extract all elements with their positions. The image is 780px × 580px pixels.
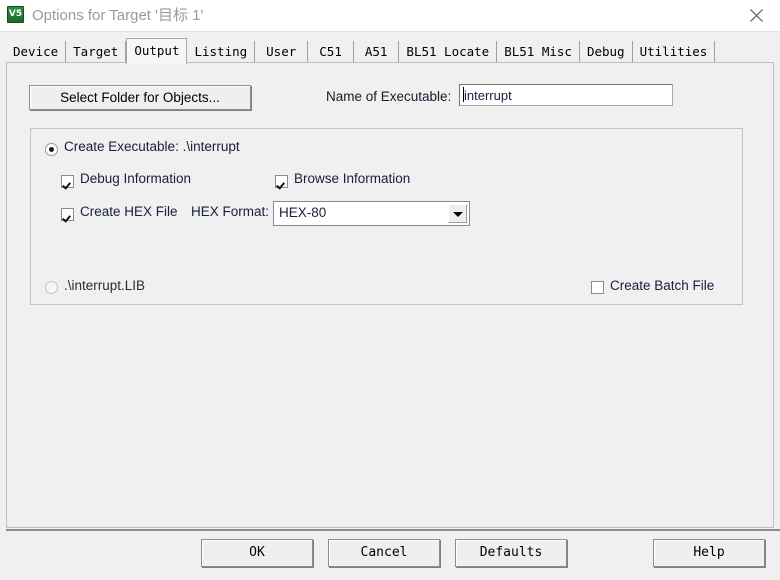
- tab-a51[interactable]: A51: [354, 41, 400, 63]
- text-caret: [463, 87, 464, 102]
- chevron-down-icon[interactable]: [448, 204, 467, 223]
- create-executable-label[interactable]: Create Executable: .\interrupt: [64, 139, 240, 154]
- tab-target[interactable]: Target: [66, 41, 126, 63]
- tab-bl51-locate[interactable]: BL51 Locate: [399, 41, 497, 63]
- create-executable-radio[interactable]: [45, 143, 58, 156]
- tab-output[interactable]: Output: [126, 38, 187, 64]
- debug-information-label[interactable]: Debug Information: [80, 171, 191, 186]
- close-button[interactable]: [734, 0, 780, 30]
- create-library-radio[interactable]: [45, 281, 58, 294]
- defaults-button[interactable]: Defaults: [455, 539, 567, 567]
- cancel-button[interactable]: Cancel: [328, 539, 440, 567]
- window-title: Options for Target '目标 1': [32, 4, 203, 25]
- tab-device[interactable]: Device: [6, 41, 66, 63]
- create-hex-file-label[interactable]: Create HEX File: [80, 204, 178, 219]
- hex-format-label: HEX Format:: [191, 204, 269, 219]
- tab-user[interactable]: User: [255, 41, 308, 63]
- tab-strip: Device Target Output Listing User C51 A5…: [6, 38, 774, 63]
- tab-c51[interactable]: C51: [308, 41, 354, 63]
- tab-utilities[interactable]: Utilities: [633, 41, 716, 63]
- browse-information-label[interactable]: Browse Information: [294, 171, 410, 186]
- create-batch-file-checkbox[interactable]: [591, 281, 604, 294]
- browse-information-checkbox[interactable]: [275, 175, 288, 188]
- debug-information-checkbox[interactable]: [61, 175, 74, 188]
- tab-debug[interactable]: Debug: [580, 41, 633, 63]
- keil-uvision-icon: V5: [7, 6, 24, 23]
- create-batch-file-label[interactable]: Create Batch File: [610, 278, 714, 293]
- footer-separator: [6, 529, 780, 531]
- hex-format-dropdown[interactable]: HEX-80: [273, 201, 470, 226]
- create-library-label[interactable]: .\interrupt.LIB: [64, 278, 145, 293]
- close-icon: [750, 9, 763, 22]
- ok-button[interactable]: OK: [201, 539, 313, 567]
- tab-bl51-misc[interactable]: BL51 Misc: [497, 41, 580, 63]
- help-button[interactable]: Help: [653, 539, 765, 567]
- name-of-executable-input[interactable]: interrupt: [459, 84, 673, 106]
- title-bar: V5 Options for Target '目标 1': [0, 0, 780, 32]
- name-of-executable-label: Name of Executable:: [326, 89, 451, 104]
- output-options-group: Create Executable: .\interrupt Debug Inf…: [30, 128, 743, 305]
- hex-format-selected-value: HEX-80: [279, 205, 326, 220]
- tab-listing[interactable]: Listing: [187, 41, 255, 63]
- select-folder-for-objects-button[interactable]: Select Folder for Objects...: [29, 85, 251, 110]
- create-hex-file-checkbox[interactable]: [61, 208, 74, 221]
